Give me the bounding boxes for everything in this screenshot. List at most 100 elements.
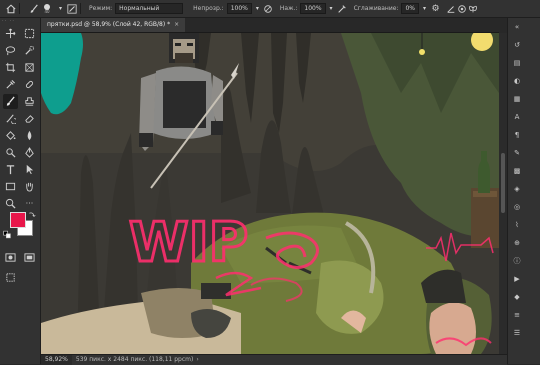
hand-tool-icon[interactable]: [22, 179, 37, 194]
history-icon: ↺: [514, 41, 520, 49]
actions-panel-button[interactable]: ▶: [512, 272, 538, 286]
document-canvas[interactable]: WIP: [41, 33, 499, 354]
path-selection-tool-icon[interactable]: [22, 162, 37, 177]
default-colors-icon[interactable]: [3, 230, 11, 238]
eraser-tool-icon[interactable]: [22, 111, 37, 126]
libraries-icon: ▦: [513, 95, 521, 103]
panel-collapse-button[interactable]: «: [512, 20, 538, 34]
pressure-opacity-icon[interactable]: [263, 3, 274, 14]
paths-icon: ⌇: [515, 221, 519, 229]
pen-tool-icon[interactable]: [22, 145, 37, 160]
opacity-field[interactable]: 100%: [226, 3, 252, 14]
character-icon: A: [514, 113, 520, 121]
document-tab[interactable]: прятки.psd @ 58,9% (Слой 42, RGB/8) * ×: [41, 18, 186, 32]
paths-panel-button[interactable]: ⌇: [512, 218, 538, 232]
brush-size-value: 40: [44, 8, 50, 14]
flow-label: Наж.:: [279, 5, 298, 12]
paragraph-icon: ¶: [514, 131, 520, 139]
artboard-icon[interactable]: [3, 270, 18, 285]
glyphs-panel-button[interactable]: ☰: [512, 326, 538, 340]
channels-icon: ◎: [513, 203, 521, 211]
styles-icon: ◆: [514, 293, 520, 301]
layers-panel-button[interactable]: ◈: [512, 182, 538, 196]
healing-brush-tool-icon[interactable]: [22, 77, 37, 92]
frame-tool-icon[interactable]: [22, 60, 37, 75]
quick-selection-tool-icon[interactable]: [22, 43, 37, 58]
double-chevron-icon: «: [514, 23, 520, 31]
tools-panel: ·· ·· ···: [0, 18, 41, 364]
opacity-label: Непрозр.:: [193, 5, 224, 12]
dropdown-arrow-icon[interactable]: ▾: [55, 3, 66, 14]
smoothing-field[interactable]: 0%: [401, 3, 419, 14]
brush-tool-icon[interactable]: [3, 94, 18, 109]
angle-icon[interactable]: [445, 3, 456, 14]
clone-stamp-tool-icon[interactable]: [22, 94, 37, 109]
scrollbar-thumb[interactable]: [501, 153, 505, 213]
dropdown-arrow-icon[interactable]: ▾: [252, 3, 263, 14]
properties-icon: ▤: [513, 59, 521, 67]
smoothing-label: Сглаживание:: [353, 5, 399, 12]
history-brush-tool-icon[interactable]: [3, 111, 18, 126]
navigator-icon: ⊕: [514, 239, 520, 247]
layers-icon: ◈: [514, 185, 520, 193]
mode-select[interactable]: Нормальный: [115, 3, 184, 14]
panel-dock: « ↺ ▤ ◐ ▦ A ¶ ✎ ▩ ◈ ◎ ⌇ ⊕ ⓘ ▶ ◆ ≡ ☰: [507, 18, 540, 364]
close-tab-icon[interactable]: ×: [174, 21, 179, 28]
foreground-color-swatch[interactable]: [10, 212, 26, 228]
adjustments-icon: ◐: [513, 77, 521, 85]
adjustments-panel-button[interactable]: ◐: [512, 74, 538, 88]
eyedropper-tool-icon[interactable]: [3, 77, 18, 92]
brushes-icon: ✎: [514, 149, 520, 157]
blur-tool-icon[interactable]: [22, 128, 37, 143]
move-tool-icon[interactable]: [3, 26, 18, 41]
paragraph-panel-button[interactable]: ¶: [512, 128, 538, 142]
screen-mode-icon[interactable]: [22, 250, 37, 265]
info-icon: ⓘ: [513, 257, 521, 265]
vertical-scrollbar[interactable]: [499, 33, 507, 354]
pressure-size-icon[interactable]: [456, 3, 467, 14]
timeline-panel-button[interactable]: ≡: [512, 308, 538, 322]
type-tool-icon[interactable]: [3, 162, 18, 177]
crop-tool-icon[interactable]: [3, 60, 18, 75]
artwork: WIP: [41, 33, 499, 354]
status-expand-icon[interactable]: ›: [196, 356, 198, 363]
document-tab-bar: прятки.psd @ 58,9% (Слой 42, RGB/8) * ×: [41, 18, 499, 33]
timeline-icon: ≡: [514, 311, 520, 319]
channels-panel-button[interactable]: ◎: [512, 200, 538, 214]
quick-mask-icon[interactable]: [3, 250, 18, 265]
paint-bucket-tool-icon[interactable]: [3, 128, 18, 143]
zoom-tool-icon[interactable]: [3, 196, 18, 211]
brushes-panel-button[interactable]: ✎: [512, 146, 538, 160]
history-panel-button[interactable]: ↺: [512, 38, 538, 52]
marquee-tool-icon[interactable]: [22, 26, 37, 41]
gear-icon[interactable]: ⚙: [430, 3, 441, 14]
butterfly-icon[interactable]: [467, 3, 478, 14]
panel-grip[interactable]: ·· ··: [2, 19, 38, 24]
brush-tool-icon[interactable]: [28, 3, 39, 14]
brush-settings-icon[interactable]: [66, 3, 77, 14]
dodge-tool-icon[interactable]: [3, 145, 18, 160]
document-tab-title: прятки.psd @ 58,9% (Слой 42, RGB/8) *: [47, 21, 171, 28]
swap-colors-icon[interactable]: [28, 210, 36, 218]
dropdown-arrow-icon[interactable]: ▾: [326, 3, 337, 14]
character-panel-button[interactable]: A: [512, 110, 538, 124]
brush-preset-icon[interactable]: 40: [39, 3, 55, 14]
options-bar: 40 ▾ Режим: Нормальный Непрозр.: 100% ▾ …: [0, 0, 540, 18]
styles-panel-button[interactable]: ◆: [512, 290, 538, 304]
libraries-panel-button[interactable]: ▦: [512, 92, 538, 106]
swatches-panel-button[interactable]: ▩: [512, 164, 538, 178]
flow-field[interactable]: 100%: [300, 3, 326, 14]
airbrush-icon[interactable]: [337, 3, 348, 14]
properties-panel-button[interactable]: ▤: [512, 56, 538, 70]
navigator-panel-button[interactable]: ⊕: [512, 236, 538, 250]
lasso-tool-icon[interactable]: [3, 43, 18, 58]
status-bar: 58,92% 539 пикс. x 2484 пикс. (118,11 ppc…: [41, 354, 507, 365]
actions-icon: ▶: [514, 275, 520, 283]
rectangle-tool-icon[interactable]: [3, 179, 18, 194]
info-panel-button[interactable]: ⓘ: [512, 254, 538, 268]
glyphs-icon: ☰: [513, 329, 521, 337]
home-icon[interactable]: [5, 3, 16, 14]
dropdown-arrow-icon[interactable]: ▾: [419, 3, 430, 14]
swatches-icon: ▩: [513, 167, 521, 175]
mode-label: Режим:: [89, 5, 113, 12]
